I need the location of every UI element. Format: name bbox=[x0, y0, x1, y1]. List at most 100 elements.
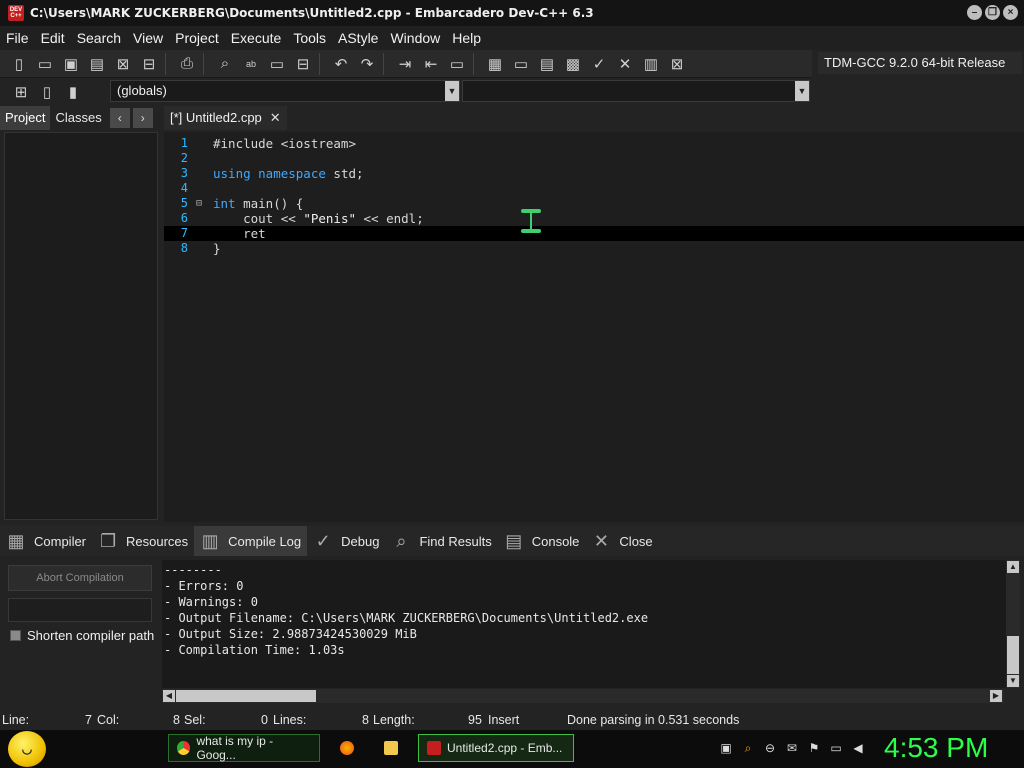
main-toolbar: ▯ ▭ ▣ ▤ ⊠ ⊟ ⎙ ⌕ ab ▭ ⊟ ↶ ↷ ⇥ ⇤ ▭ ▦ ▭ ▤ ▩… bbox=[0, 50, 812, 78]
open-folder-icon[interactable]: ▭ bbox=[32, 52, 58, 76]
goto-line-icon[interactable]: ▭ bbox=[264, 52, 290, 76]
menu-tools[interactable]: Tools bbox=[287, 26, 332, 50]
new-file-icon[interactable]: ▯ bbox=[6, 52, 32, 76]
scroll-up-icon[interactable]: ▲ bbox=[1007, 561, 1019, 573]
tray-search-icon[interactable]: ⌕ bbox=[740, 740, 756, 756]
line-number: 8 bbox=[180, 241, 188, 255]
compile-log-output[interactable]: -------- - Errors: 0 - Warnings: 0 - Out… bbox=[162, 560, 1006, 688]
maximize-button[interactable]: ❐ bbox=[985, 5, 1000, 20]
devcpp-app-icon[interactable]: DEV C++ bbox=[8, 5, 24, 21]
compiler-set-selector[interactable]: TDM-GCC 9.2.0 64-bit Release bbox=[818, 52, 1022, 74]
abort-compilation-button[interactable]: Abort Compilation bbox=[8, 565, 152, 591]
close-window-button[interactable]: × bbox=[1003, 5, 1018, 20]
menu-file[interactable]: File bbox=[0, 26, 35, 50]
task-firefox[interactable] bbox=[334, 734, 364, 762]
rebuild-icon[interactable]: ▩ bbox=[560, 52, 586, 76]
tray-status-icon[interactable]: ⊖ bbox=[762, 740, 778, 756]
tab-resources[interactable]: ❐ Resources bbox=[92, 526, 194, 556]
comment-icon[interactable]: ▭ bbox=[444, 52, 470, 76]
delete-profile-icon[interactable]: ⊠ bbox=[664, 52, 690, 76]
tab-compile-log[interactable]: ▥ Compile Log bbox=[194, 526, 308, 556]
run-icon[interactable]: ▭ bbox=[508, 52, 534, 76]
tab-debug[interactable]: ✓ Debug bbox=[307, 526, 385, 556]
indent-icon[interactable]: ⇥ bbox=[392, 52, 418, 76]
menu-project[interactable]: Project bbox=[169, 26, 225, 50]
insert-icon[interactable]: ⊞ bbox=[8, 80, 34, 104]
editor-tab-bar: [*] Untitled2.cpp ✕ bbox=[164, 106, 1024, 130]
scroll-thumb[interactable] bbox=[176, 690, 316, 702]
project-tree[interactable] bbox=[4, 132, 158, 520]
profile-chart-icon[interactable]: ▥ bbox=[638, 52, 664, 76]
log-line: - Compilation Time: 1.03s bbox=[164, 643, 345, 657]
menu-window[interactable]: Window bbox=[384, 26, 446, 50]
tab-find-results[interactable]: ⌕ Find Results bbox=[385, 526, 497, 556]
replace-icon[interactable]: ab bbox=[238, 52, 264, 76]
shorten-path-checkbox[interactable] bbox=[10, 630, 21, 641]
close-icon: ✕ bbox=[593, 530, 609, 551]
start-button-smiley-icon[interactable]: ◡ bbox=[8, 731, 46, 767]
close-file-icon[interactable]: ⊠ bbox=[110, 52, 136, 76]
menu-search[interactable]: Search bbox=[71, 26, 127, 50]
log-horizontal-scrollbar[interactable]: ◀ ▶ bbox=[162, 689, 1004, 703]
devcpp-icon bbox=[427, 741, 441, 755]
scroll-thumb[interactable] bbox=[1007, 636, 1019, 674]
console-icon: ▤ bbox=[505, 530, 523, 551]
tray-flag-icon[interactable]: ⚑ bbox=[806, 740, 822, 756]
scroll-right-icon[interactable]: ▶ bbox=[990, 690, 1002, 702]
stop-execution-icon[interactable]: ✕ bbox=[612, 52, 638, 76]
save-icon[interactable]: ▣ bbox=[58, 52, 84, 76]
tray-notification-icon[interactable]: ✉ bbox=[784, 740, 800, 756]
menu-execute[interactable]: Execute bbox=[225, 26, 288, 50]
save-all-icon[interactable]: ▤ bbox=[84, 52, 110, 76]
code-editor[interactable]: 1 #include <iostream> 2 3 using namespac… bbox=[164, 132, 1024, 522]
log-line: - Output Size: 2.98873424530029 MiB bbox=[164, 627, 417, 641]
tab-project[interactable]: Project bbox=[0, 106, 51, 130]
tab-classes[interactable]: Classes bbox=[50, 106, 106, 130]
close-tab-icon[interactable]: ✕ bbox=[270, 106, 281, 130]
task-explorer[interactable] bbox=[378, 734, 408, 762]
code-text: ret bbox=[213, 226, 266, 241]
redo-icon[interactable]: ↷ bbox=[354, 52, 380, 76]
chevron-down-icon[interactable]: ▼ bbox=[795, 81, 809, 101]
left-panel-tabs: Project Classes ‹ › bbox=[0, 106, 162, 130]
syntax-check-icon[interactable]: ✓ bbox=[586, 52, 612, 76]
taskbar-clock[interactable]: 4:53 PM bbox=[884, 732, 988, 764]
toggle-bookmark-icon[interactable]: ▯ bbox=[34, 80, 60, 104]
shorten-path-option[interactable]: Shorten compiler path bbox=[10, 628, 154, 643]
tab-compiler[interactable]: ▦ Compiler bbox=[0, 526, 92, 556]
volume-icon[interactable]: ◀ bbox=[850, 740, 866, 756]
log-line: - Warnings: 0 bbox=[164, 595, 258, 609]
globals-combo[interactable]: (globals) ▼ bbox=[110, 80, 460, 102]
log-vertical-scrollbar[interactable]: ▲ ▼ bbox=[1006, 560, 1020, 688]
menu-edit[interactable]: Edit bbox=[35, 26, 71, 50]
menu-view[interactable]: View bbox=[127, 26, 169, 50]
scroll-down-icon[interactable]: ▼ bbox=[1007, 675, 1019, 687]
chevron-right-icon[interactable]: › bbox=[132, 108, 153, 128]
task-devcpp[interactable]: Untitled2.cpp - Emb... bbox=[418, 734, 574, 762]
tab-console[interactable]: ▤ Console bbox=[498, 526, 586, 556]
functions-combo[interactable]: ▼ bbox=[462, 80, 810, 102]
tab-close[interactable]: ✕ Close bbox=[585, 526, 658, 556]
task-browser[interactable]: what is my ip - Goog... bbox=[168, 734, 320, 762]
tab-untitled2[interactable]: [*] Untitled2.cpp ✕ bbox=[164, 106, 287, 130]
unindent-icon[interactable]: ⇤ bbox=[418, 52, 444, 76]
menu-help[interactable]: Help bbox=[446, 26, 487, 50]
close-all-icon[interactable]: ⊟ bbox=[136, 52, 162, 76]
network-icon[interactable]: ▭ bbox=[828, 740, 844, 756]
code-text: cout << "Penis" << endl; bbox=[213, 211, 424, 226]
compile-run-icon[interactable]: ▤ bbox=[534, 52, 560, 76]
tray-app-icon[interactable]: ▣ bbox=[718, 740, 734, 756]
scroll-left-icon[interactable]: ◀ bbox=[163, 690, 175, 702]
find-icon[interactable]: ⌕ bbox=[212, 52, 238, 76]
compile-icon[interactable]: ▦ bbox=[482, 52, 508, 76]
menu-astyle[interactable]: AStyle bbox=[332, 26, 384, 50]
fold-minus-icon[interactable]: ⊟ bbox=[196, 196, 202, 211]
line-number: 1 bbox=[180, 136, 188, 150]
print-icon[interactable]: ⎙ bbox=[174, 52, 200, 76]
chevron-down-icon[interactable]: ▼ bbox=[445, 81, 459, 101]
bookmark-icon[interactable]: ⊟ bbox=[290, 52, 316, 76]
undo-icon[interactable]: ↶ bbox=[328, 52, 354, 76]
goto-bookmark-icon[interactable]: ▮ bbox=[60, 80, 86, 104]
chevron-left-icon[interactable]: ‹ bbox=[109, 108, 130, 128]
minimize-button[interactable]: – bbox=[967, 5, 982, 20]
